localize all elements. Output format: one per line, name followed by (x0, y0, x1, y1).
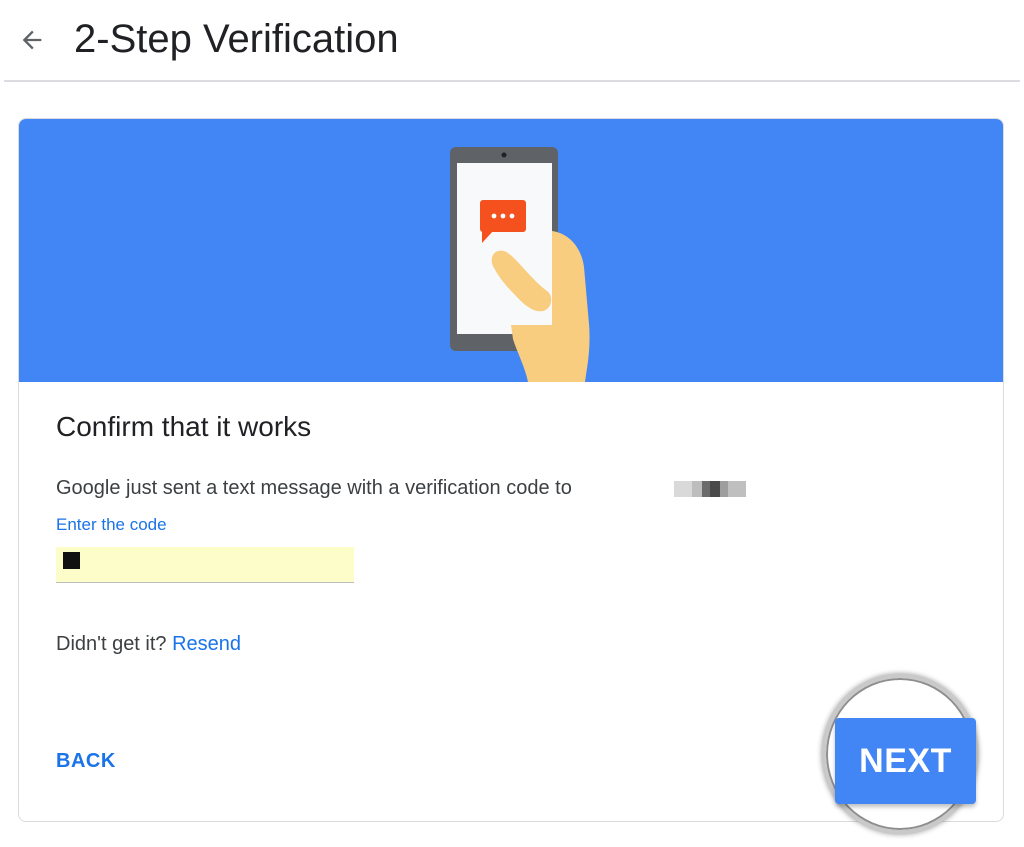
phone-camera (501, 152, 507, 158)
resend-line: Didn't get it? Resend (56, 631, 241, 657)
redacted-phone-number (674, 481, 746, 497)
phone-sms-illustration (450, 147, 590, 382)
arrow-left-icon[interactable] (14, 22, 50, 58)
back-button[interactable]: BACK (56, 748, 116, 774)
next-button[interactable]: NEXT (835, 718, 976, 804)
header-divider (4, 80, 1020, 82)
page-title: 2-Step Verification (74, 17, 399, 61)
verification-code-input[interactable] (56, 547, 354, 583)
resend-prompt: Didn't get it? (56, 633, 167, 655)
resend-link[interactable]: Resend (172, 633, 241, 655)
illustration-banner (19, 119, 1003, 382)
redacted-code (63, 552, 80, 569)
page-header: 2-Step Verification (0, 0, 1024, 80)
verification-description: Google just sent a text message with a v… (56, 477, 572, 499)
confirm-title: Confirm that it works (56, 411, 312, 442)
code-field-label: Enter the code (56, 515, 167, 534)
